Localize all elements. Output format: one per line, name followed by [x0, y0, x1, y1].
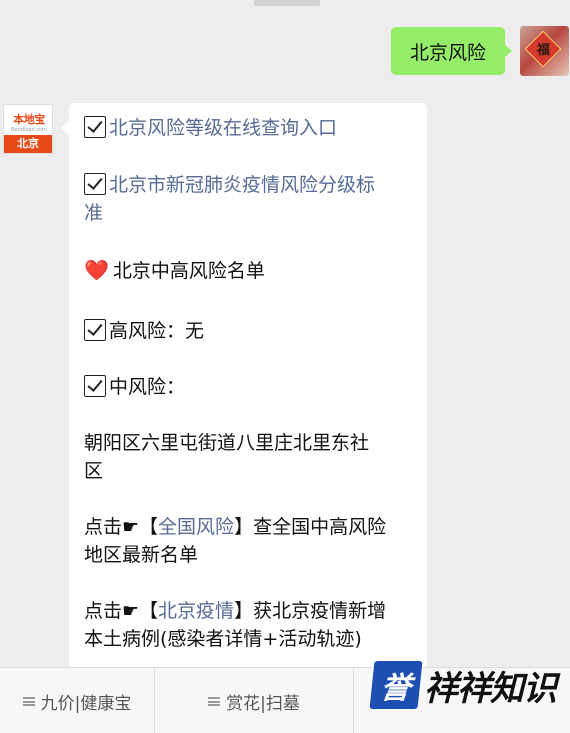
reply-line-4: 高风险：无 — [84, 317, 204, 345]
checkbox-icon — [84, 116, 106, 138]
high-risk-text: 高风险：无 — [109, 320, 205, 342]
reply-line-7b: 地区最新名单 — [84, 541, 198, 569]
watermark-text: 祥祥知识 — [424, 668, 557, 709]
bendibao-logo-url: Bendibao.com — [11, 127, 47, 133]
national-prefix: 点击☛【 — [84, 516, 159, 538]
reply-line-5: 中风险： — [84, 373, 185, 401]
bendibao-logo-city: 北京 — [4, 135, 52, 153]
beijing-prefix: 点击☛【 — [84, 600, 159, 622]
menu-item-label: 赏花|扫墓 — [226, 693, 300, 714]
reply-line-6b: 区 — [84, 457, 103, 485]
bendibao-avatar[interactable]: 本地宝 Bendibao.com 北京 — [3, 104, 53, 154]
menu-divider — [353, 668, 354, 733]
beijing-suffix: 】获北京疫情新增 — [234, 600, 387, 622]
user-avatar[interactable]: 福 — [520, 26, 569, 76]
reply-line-2[interactable]: 北京市新冠肺炎疫情风险分级标 — [84, 171, 375, 199]
checkbox-icon — [84, 319, 106, 341]
bendibao-logo-text: 本地宝 — [13, 113, 45, 126]
watermark-logo: 誉 祥祥知识 — [369, 654, 558, 716]
menu-item-flowers[interactable]: 赏花|扫墓 — [155, 668, 353, 733]
heart-icon: ❤️ — [84, 258, 109, 282]
national-line2: 地区最新名单 — [84, 544, 199, 566]
top-handle — [254, 0, 320, 6]
risk-query-link[interactable]: 北京风险等级在线查询入口 — [109, 117, 337, 139]
menu-item-label: 九价|健康宝 — [40, 693, 132, 714]
reply-line-3: ❤️ 北京中高风险名单 — [84, 256, 265, 285]
reply-line-8[interactable]: 点击☛【北京疫情】获北京疫情新增 — [84, 597, 386, 625]
fu-sticker-icon: 福 — [524, 30, 562, 68]
mid-risk-area-cont: 区 — [84, 460, 104, 482]
national-suffix: 】查全国中高风险 — [234, 516, 387, 538]
mid-risk-text: 中风险： — [109, 376, 186, 398]
outgoing-message-text: 北京风险 — [409, 41, 486, 64]
checkbox-icon — [84, 173, 106, 195]
menu-icon — [22, 696, 35, 706]
reply-line-6: 朝阳区六里屯街道八里庄北里东社 — [84, 429, 369, 457]
risk-list-title: 北京中高风险名单 — [112, 260, 265, 282]
menu-icon — [208, 696, 221, 706]
menu-item-vaccine[interactable]: 九价|健康宝 — [0, 668, 154, 733]
reply-line-1[interactable]: 北京风险等级在线查询入口 — [84, 114, 337, 142]
risk-standard-link[interactable]: 北京市新冠肺炎疫情风险分级标 — [109, 174, 375, 196]
beijing-epidemic-link[interactable]: 北京疫情 — [158, 600, 234, 622]
reply-line-2b[interactable]: 准 — [84, 199, 103, 227]
watermark-box: 誉 — [369, 661, 423, 709]
beijing-line2: 本土病例(感染者详情+活动轨迹) — [84, 628, 362, 650]
mid-risk-area: 朝阳区六里屯街道八里庄北里东社 — [84, 432, 370, 454]
reply-line-7[interactable]: 点击☛【全国风险】查全国中高风险 — [84, 513, 386, 541]
outgoing-message-bubble[interactable]: 北京风险 — [391, 27, 512, 75]
checkbox-icon — [84, 375, 106, 397]
reply-line-8b: 本土病例(感染者详情+活动轨迹) — [84, 625, 362, 653]
risk-standard-link-cont[interactable]: 准 — [84, 202, 103, 224]
national-risk-link[interactable]: 全国风险 — [158, 516, 234, 538]
